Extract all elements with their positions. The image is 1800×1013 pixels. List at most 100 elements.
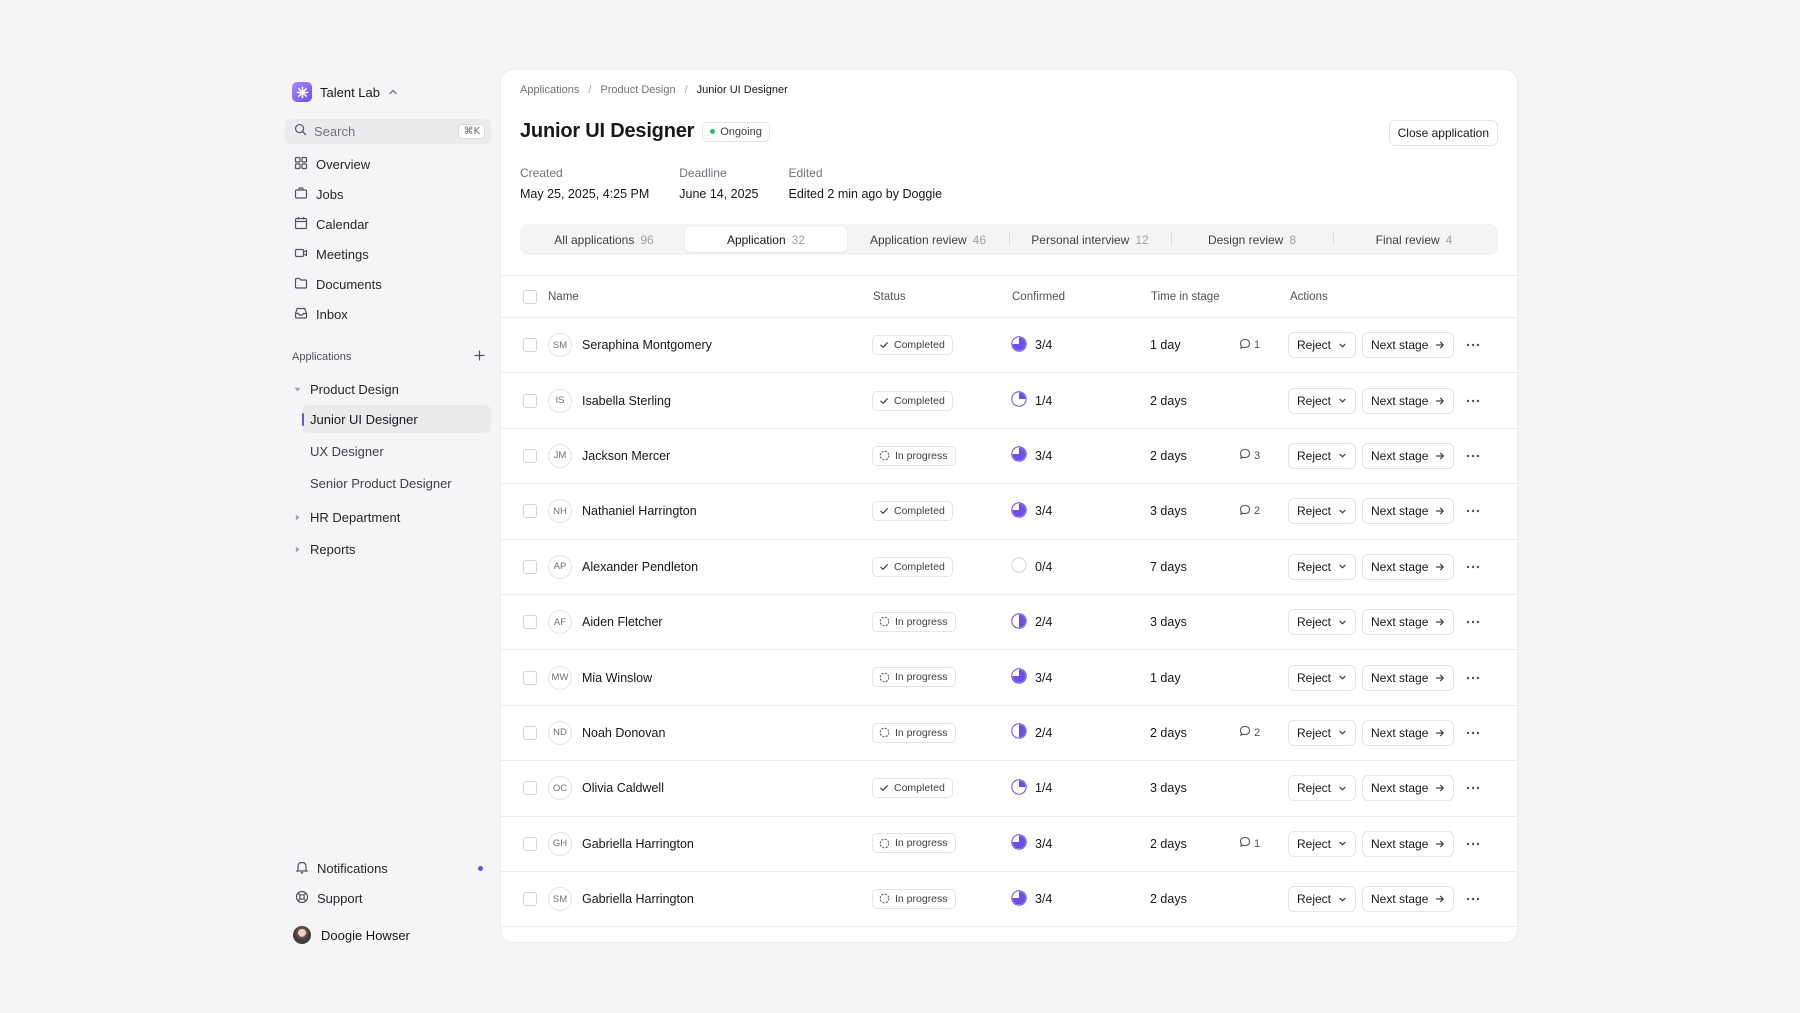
- more-options-icon[interactable]: [1466, 509, 1480, 513]
- nav-item-label: Overview: [316, 156, 371, 172]
- tree-item-reports[interactable]: Reports: [285, 533, 491, 565]
- next-stage-button[interactable]: Next stage: [1362, 442, 1455, 469]
- row-checkbox[interactable]: [523, 338, 537, 353]
- row-checkbox[interactable]: [523, 670, 537, 685]
- confirmed-value: 1/4: [1035, 781, 1053, 796]
- tree-child-ux-designer[interactable]: UX Designer: [302, 437, 491, 465]
- next-stage-button[interactable]: Next stage: [1362, 775, 1455, 802]
- col-header-confirmed[interactable]: Confirmed: [1012, 291, 1065, 303]
- more-options-icon[interactable]: [1466, 343, 1480, 347]
- more-options-icon[interactable]: [1466, 786, 1480, 790]
- reject-button[interactable]: Reject: [1288, 886, 1357, 913]
- next-stage-button[interactable]: Next stage: [1362, 609, 1455, 636]
- next-stage-button[interactable]: Next stage: [1362, 719, 1455, 746]
- applicant-name[interactable]: Gabriella Harrington: [582, 837, 694, 851]
- next-stage-button[interactable]: Next stage: [1362, 886, 1455, 913]
- next-stage-button[interactable]: Next stage: [1362, 664, 1455, 691]
- support-item[interactable]: Support: [285, 883, 491, 913]
- reject-button[interactable]: Reject: [1288, 830, 1357, 857]
- add-icon[interactable]: [474, 350, 485, 364]
- reject-button[interactable]: Reject: [1288, 609, 1357, 636]
- tree-item-hr-department[interactable]: HR Department: [285, 501, 491, 533]
- row-checkbox[interactable]: [523, 504, 537, 519]
- row-checkbox[interactable]: [523, 559, 537, 574]
- more-options-icon[interactable]: [1466, 731, 1480, 735]
- applicant-name[interactable]: Isabella Sterling: [582, 394, 671, 408]
- tab-all-applications[interactable]: All applications 96: [523, 227, 685, 252]
- meta-created: Created May 25, 2025, 4:25 PM: [520, 166, 649, 201]
- comments-cell[interactable]: 1: [1239, 338, 1260, 353]
- applicant-name[interactable]: Jackson Mercer: [582, 449, 670, 463]
- reject-button[interactable]: Reject: [1288, 775, 1357, 802]
- next-stage-button[interactable]: Next stage: [1362, 830, 1455, 857]
- row-checkbox[interactable]: [523, 448, 537, 463]
- comments-cell[interactable]: 2: [1239, 504, 1260, 519]
- applicant-name[interactable]: Aiden Fletcher: [582, 615, 663, 629]
- search-box[interactable]: ⌘K: [285, 119, 491, 144]
- col-header-time-in-stage[interactable]: Time in stage: [1151, 291, 1220, 303]
- reject-button[interactable]: Reject: [1288, 719, 1357, 746]
- comments-cell[interactable]: 1: [1239, 836, 1260, 851]
- user-profile[interactable]: Doogie Howser: [285, 920, 491, 950]
- row-checkbox[interactable]: [523, 836, 537, 851]
- more-options-icon[interactable]: [1466, 842, 1480, 846]
- col-header-name[interactable]: Name: [548, 291, 579, 303]
- nav-item-jobs[interactable]: Jobs: [285, 179, 491, 209]
- nav-item-calendar[interactable]: Calendar: [285, 209, 491, 239]
- applicant-cell: JM Jackson Mercer: [548, 443, 670, 468]
- applicant-name[interactable]: Mia Winslow: [582, 671, 652, 685]
- search-input[interactable]: [314, 124, 459, 139]
- applicant-name[interactable]: Alexander Pendleton: [582, 560, 698, 574]
- row-checkbox[interactable]: [523, 725, 537, 740]
- select-all-checkbox[interactable]: [523, 289, 537, 304]
- applicant-name[interactable]: Nathaniel Harrington: [582, 504, 697, 518]
- tab-final-review[interactable]: Final review 4: [1333, 227, 1495, 252]
- notifications-item[interactable]: Notifications: [285, 853, 491, 883]
- more-options-icon[interactable]: [1466, 565, 1480, 569]
- tree-child-senior-product-designer[interactable]: Senior Product Designer: [302, 469, 491, 497]
- applicant-name[interactable]: Seraphina Montgomery: [582, 338, 712, 352]
- next-stage-button[interactable]: Next stage: [1362, 498, 1455, 525]
- tree-child-junior-ui-designer[interactable]: Junior UI Designer: [302, 405, 491, 433]
- row-checkbox[interactable]: [523, 892, 537, 907]
- next-stage-button[interactable]: Next stage: [1362, 332, 1455, 359]
- comments-cell[interactable]: 3: [1239, 448, 1260, 463]
- reject-button[interactable]: Reject: [1288, 387, 1357, 414]
- comments-cell[interactable]: 2: [1239, 725, 1260, 740]
- more-options-icon[interactable]: [1466, 676, 1480, 680]
- applicant-cell: SM Seraphina Montgomery: [548, 333, 712, 358]
- workspace-switcher[interactable]: Talent Lab: [285, 75, 491, 109]
- applicant-name[interactable]: Gabriella Harrington: [582, 892, 694, 906]
- nav-item-meetings[interactable]: Meetings: [285, 239, 491, 269]
- row-checkbox[interactable]: [523, 393, 537, 408]
- row-checkbox[interactable]: [523, 781, 537, 796]
- nav-item-inbox[interactable]: Inbox: [285, 299, 491, 329]
- tree-item-product-design[interactable]: Product Design: [285, 373, 491, 405]
- nav-item-documents[interactable]: Documents: [285, 269, 491, 299]
- tab-application[interactable]: Application 32: [685, 227, 847, 252]
- breadcrumb-product-design[interactable]: Product Design: [600, 84, 675, 96]
- tab-personal-interview[interactable]: Personal interview 12: [1009, 227, 1171, 252]
- more-options-icon[interactable]: [1466, 399, 1480, 403]
- col-header-status[interactable]: Status: [873, 291, 906, 303]
- applicant-name[interactable]: Noah Donovan: [582, 726, 665, 740]
- breadcrumb-applications[interactable]: Applications: [520, 84, 579, 96]
- reject-button[interactable]: Reject: [1288, 553, 1357, 580]
- next-stage-label: Next stage: [1371, 504, 1429, 519]
- reject-button[interactable]: Reject: [1288, 498, 1357, 525]
- next-stage-button[interactable]: Next stage: [1362, 387, 1455, 414]
- reject-button[interactable]: Reject: [1288, 332, 1357, 359]
- reject-button[interactable]: Reject: [1288, 442, 1357, 469]
- reject-button[interactable]: Reject: [1288, 664, 1357, 691]
- close-application-button[interactable]: Close application: [1388, 120, 1498, 146]
- more-options-icon[interactable]: [1466, 620, 1480, 624]
- more-options-icon[interactable]: [1466, 454, 1480, 458]
- applicant-name[interactable]: Olivia Caldwell: [582, 781, 664, 795]
- more-options-icon[interactable]: [1466, 897, 1480, 901]
- tab-design-review[interactable]: Design review 8: [1171, 227, 1333, 252]
- row-checkbox[interactable]: [523, 615, 537, 630]
- confirmed-value: 3/4: [1035, 338, 1053, 353]
- next-stage-button[interactable]: Next stage: [1362, 553, 1455, 580]
- nav-item-overview[interactable]: Overview: [285, 149, 491, 179]
- tab-application-review[interactable]: Application review 46: [847, 227, 1009, 252]
